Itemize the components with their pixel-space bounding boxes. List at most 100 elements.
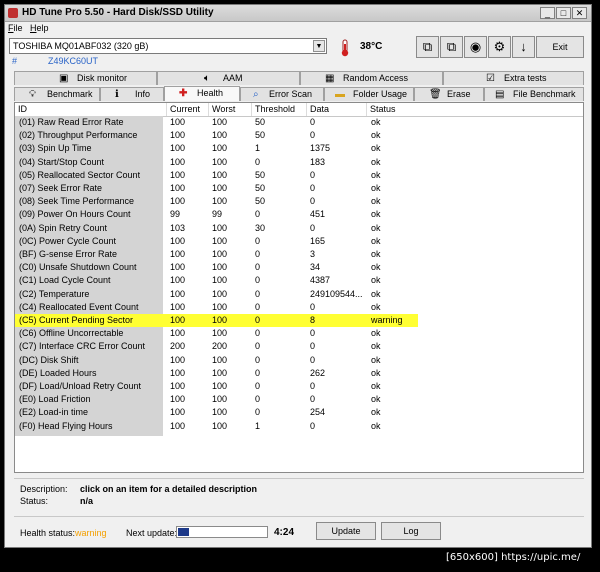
update-button[interactable]: Update [316, 522, 376, 540]
window-title: HD Tune Pro 5.50 - Hard Disk/SSD Utility [22, 7, 214, 18]
table-row[interactable]: (08) Seek Time Performance 100 100 50 0 ok [15, 195, 583, 208]
cell-status: ok [371, 341, 381, 352]
cell-data: 0 [310, 130, 316, 141]
table-row[interactable]: (C4) Reallocated Event Count 100 100 0 0 ok [15, 301, 583, 314]
column-header-status[interactable]: Status [367, 103, 583, 116]
cell-threshold: 50 [255, 130, 266, 141]
copy-all-icon[interactable]: ⧉ [440, 36, 463, 58]
table-row[interactable]: (01) Raw Read Error Rate 100 100 50 0 ok [15, 116, 583, 129]
table-row[interactable]: (0C) Power Cycle Count 100 100 0 165 ok [15, 235, 583, 248]
tab-random-access[interactable]: ▦ Random Access [300, 71, 443, 85]
smart-table[interactable]: ID Current Worst Threshold Data Status (… [14, 102, 584, 473]
camera-icon[interactable]: ◉ [464, 36, 487, 58]
cell-worst: 100 [212, 143, 228, 154]
table-row[interactable]: (DE) Loaded Hours 100 100 0 262 ok [15, 367, 583, 380]
table-row[interactable]: (03) Spin Up Time 100 100 1 1375 ok [15, 142, 583, 155]
exit-button[interactable]: Exit [536, 36, 584, 58]
table-row[interactable]: (04) Start/Stop Count 100 100 0 183 ok [15, 156, 583, 169]
column-header-data[interactable]: Data [307, 103, 367, 116]
column-header-worst[interactable]: Worst [209, 103, 252, 116]
minimize-button[interactable]: _ [540, 7, 555, 19]
close-button[interactable]: ✕ [572, 7, 587, 19]
table-row[interactable]: (DC) Disk Shift 100 100 0 0 ok [15, 354, 583, 367]
table-row[interactable]: (0A) Spin Retry Count 103 100 30 0 ok [15, 222, 583, 235]
cell-data: 8 [310, 315, 316, 325]
tab-aam[interactable]: 🔈︎ AAM [157, 71, 300, 85]
cell-status: ok [371, 367, 381, 378]
cell-worst: 100 [212, 354, 228, 365]
table-row[interactable]: (C5) Current Pending Sector 100 100 0 8 warni… [15, 314, 418, 327]
cell-status: ok [371, 235, 381, 246]
cell-status: ok [371, 407, 381, 418]
cell-id: (07) Seek Error Rate [19, 183, 103, 193]
cell-id: (C4) Reallocated Event Count [19, 301, 139, 312]
tab-health[interactable]: ✚ Health [164, 86, 240, 101]
log-button[interactable]: Log [381, 522, 441, 540]
table-row[interactable]: (05) Reallocated Sector Count 100 100 50 0 ok [15, 169, 583, 182]
tab-erase[interactable]: 🗑︎ Erase [414, 87, 484, 101]
cell-status: ok [371, 222, 381, 233]
cell-status: ok [371, 301, 381, 312]
table-row[interactable]: (07) Seek Error Rate 100 100 50 0 ok [15, 182, 583, 195]
table-row[interactable]: (C0) Unsafe Shutdown Count 100 100 0 34 ok [15, 261, 583, 274]
options-icon[interactable]: ⚙ [488, 36, 511, 58]
menu-help[interactable]: Help [30, 23, 49, 33]
tab-extra-tests[interactable]: ☑ Extra tests [443, 71, 584, 85]
cell-id: (0C) Power Cycle Count [19, 235, 117, 246]
table-row[interactable]: (09) Power On Hours Count 99 99 0 451 ok [15, 208, 583, 221]
cell-worst: 100 [212, 169, 228, 180]
table-row[interactable]: (E2) Load-in time 100 100 0 254 ok [15, 406, 583, 419]
column-header-id[interactable]: ID [15, 103, 167, 116]
drive-select[interactable]: TOSHIBA MQ01ABF032 (320 gB) ▼ [9, 38, 327, 54]
cell-current: 100 [170, 183, 186, 193]
table-row[interactable]: (BF) G-sense Error Rate 100 100 0 3 ok [15, 248, 583, 261]
cell-status: warning [371, 315, 403, 325]
cell-worst: 100 [212, 222, 228, 233]
column-header-threshold[interactable]: Threshold [252, 103, 307, 116]
table-row[interactable]: (C1) Load Cycle Count 100 100 0 4387 ok [15, 274, 583, 287]
cell-current: 200 [170, 341, 186, 352]
cell-status: ok [371, 288, 381, 299]
cell-data: 34 [310, 262, 321, 273]
column-header-current[interactable]: Current [167, 103, 209, 116]
cell-id: (C6) Offline Uncorrectable [19, 328, 124, 339]
cell-data: 0 [310, 196, 316, 207]
cell-current: 100 [170, 169, 186, 180]
cell-threshold: 0 [255, 249, 261, 259]
title-bar: HD Tune Pro 5.50 - Hard Disk/SSD Utility… [5, 5, 591, 22]
health-status-value: warning [75, 528, 107, 538]
save-down-icon[interactable]: ↓ [512, 36, 535, 58]
table-row[interactable]: (02) Throughput Performance 100 100 50 0 ok [15, 129, 583, 142]
table-row[interactable]: (C7) Interface CRC Error Count 200 200 0 0 ok [15, 340, 583, 353]
divider [14, 478, 584, 479]
tab-error-scan[interactable]: ⌕ Error Scan [240, 87, 324, 101]
table-row[interactable]: (DF) Load/Unload Retry Count 100 100 0 0 ok [15, 380, 583, 393]
cell-worst: 100 [212, 420, 228, 431]
table-row[interactable]: (C6) Offline Uncorrectable 100 100 0 0 ok [15, 327, 583, 340]
cell-worst: 100 [212, 407, 228, 418]
maximize-button[interactable]: □ [556, 7, 571, 19]
cell-current: 100 [170, 196, 186, 207]
menu-file[interactable]: File [8, 23, 23, 33]
chevron-down-icon[interactable]: ▼ [313, 40, 325, 52]
tab-file-benchmark[interactable]: ▤ File Benchmark [484, 87, 584, 101]
cell-id: (09) Power On Hours Count [19, 209, 131, 220]
cell-status: ok [371, 262, 381, 273]
cell-worst: 200 [212, 341, 228, 352]
app-icon [8, 8, 18, 18]
cell-id: (C1) Load Cycle Count [19, 275, 111, 286]
table-row[interactable]: (E0) Load Friction 100 100 0 0 ok [15, 393, 583, 406]
table-row[interactable]: (F0) Head Flying Hours 100 100 1 0 ok [15, 420, 583, 433]
tab-benchmark[interactable]: 💡︎ Benchmark [14, 87, 100, 101]
cell-worst: 100 [212, 328, 228, 339]
cell-worst: 100 [212, 381, 228, 391]
tab-disk-monitor[interactable]: ▣ Disk monitor [14, 71, 157, 85]
copy-info-icon[interactable]: ⧉ [416, 36, 439, 58]
cell-status: ok [371, 169, 381, 180]
tab-folder-usage[interactable]: ▬ Folder Usage [324, 87, 414, 101]
countdown-time: 4:24 [274, 527, 295, 538]
cell-id: (F0) Head Flying Hours [19, 420, 113, 431]
table-row[interactable]: (C2) Temperature 100 100 0 249109544... ok [15, 288, 583, 301]
tab-info[interactable]: ℹ Info [100, 87, 164, 101]
cell-threshold: 0 [255, 235, 261, 246]
